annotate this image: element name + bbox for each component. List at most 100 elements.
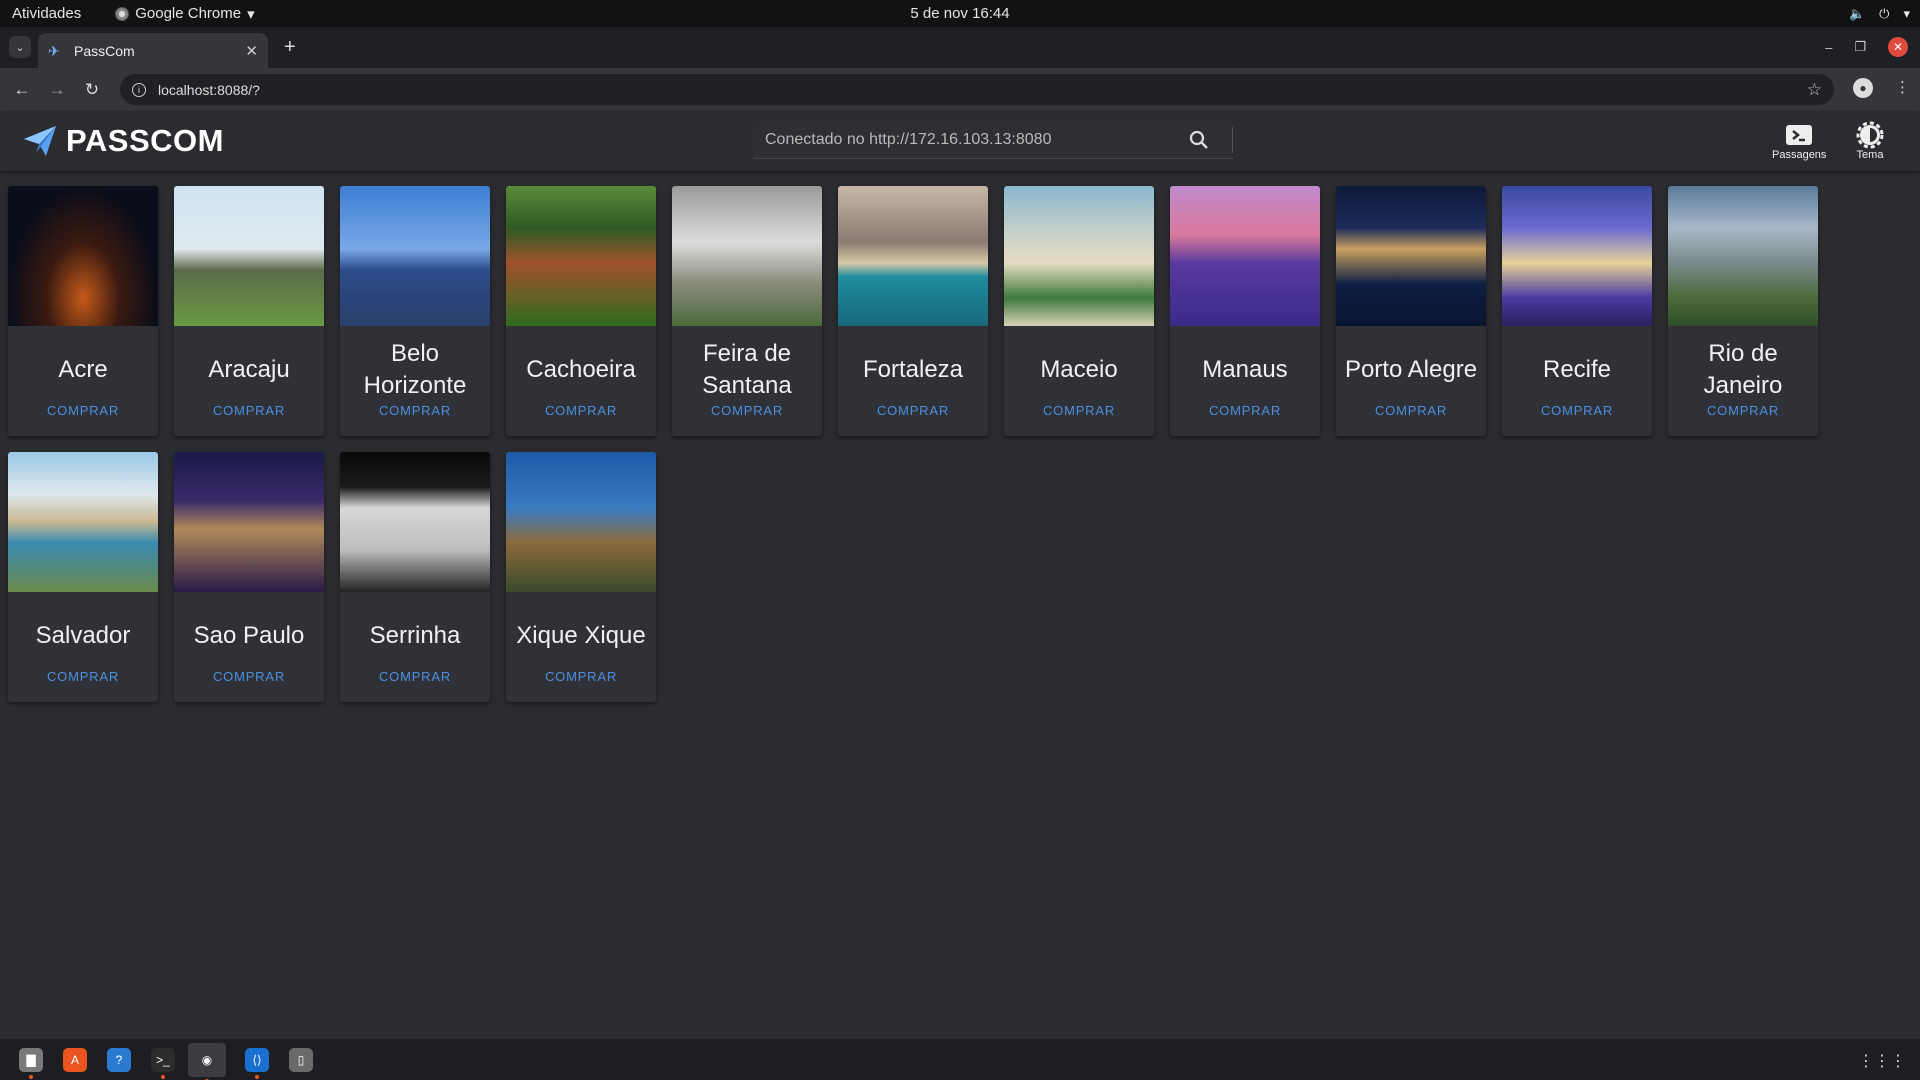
running-indicator (255, 1074, 259, 1079)
app-menu[interactable]: Google Chrome ▾ (115, 5, 255, 23)
city-card[interactable]: Aracaju COMPRAR (174, 186, 324, 436)
chrome-icon (115, 6, 130, 21)
city-photo (340, 452, 490, 592)
server-search-field[interactable]: Conectado no http://172.16.103.13:8080 (753, 121, 1233, 159)
buy-button[interactable]: COMPRAR (174, 669, 324, 684)
running-indicator (29, 1074, 33, 1079)
city-card[interactable]: Manaus COMPRAR (1170, 186, 1320, 436)
profile-icon[interactable]: ● (1853, 78, 1873, 98)
running-indicator (161, 1074, 165, 1079)
city-card[interactable]: Salvador COMPRAR (8, 452, 158, 702)
buy-button[interactable]: COMPRAR (340, 669, 490, 684)
city-photo (506, 452, 656, 592)
search-divider (1232, 127, 1233, 153)
url-text: localhost:8088/? (158, 81, 260, 98)
buy-button[interactable]: COMPRAR (506, 669, 656, 684)
city-name: Rio de Janeiro (1703, 340, 1783, 399)
city-photo (340, 186, 490, 326)
system-tray[interactable]: 🔈 ⏻ ▾ (1849, 0, 1910, 27)
theme-button[interactable]: Tema (1855, 121, 1885, 161)
city-name: Belo Horizonte (363, 340, 467, 399)
new-tab-button[interactable]: + (284, 36, 296, 59)
back-button[interactable]: ← (11, 80, 33, 100)
dock-item-help[interactable]: ? (106, 1047, 132, 1073)
tab-title: PassCom (74, 42, 135, 59)
restore-button[interactable]: ❐ (1854, 39, 1866, 55)
city-card[interactable]: Rio de Janeiro COMPRAR (1668, 186, 1818, 436)
city-name: Recife (1542, 356, 1612, 383)
city-card[interactable]: Feira de Santana COMPRAR (672, 186, 822, 436)
city-name: Manaus (1202, 356, 1288, 383)
city-card[interactable]: Maceio COMPRAR (1004, 186, 1154, 436)
city-photo (506, 186, 656, 326)
chevron-down-icon: ▾ (1903, 5, 1910, 21)
app-menu-label: Google Chrome (135, 5, 242, 22)
site-info-icon[interactable]: i (132, 82, 146, 97)
city-card[interactable]: Fortaleza COMPRAR (838, 186, 988, 436)
buy-button[interactable]: COMPRAR (1004, 403, 1154, 418)
city-card[interactable]: Cachoeira COMPRAR (506, 186, 656, 436)
buy-button[interactable]: COMPRAR (8, 403, 158, 418)
system-clock[interactable]: 5 de nov 16:44 (910, 5, 1009, 22)
browser-tab-strip: ⌄ ✈ PassCom ✕ + – ❐ ✕ (0, 27, 1920, 68)
app-store-icon: A (63, 1047, 87, 1072)
buy-button[interactable]: COMPRAR (8, 669, 158, 684)
buy-button[interactable]: COMPRAR (672, 403, 822, 418)
city-card[interactable]: Acre COMPRAR (8, 186, 158, 436)
chrome-icon: ◉ (195, 1047, 219, 1072)
minimize-button[interactable]: – (1825, 40, 1832, 55)
city-name: Salvador (35, 622, 131, 649)
theme-label: Tema (1856, 149, 1884, 161)
more-menu-icon[interactable]: ⋮ (1895, 78, 1910, 98)
city-card[interactable]: Xique Xique COMPRAR (506, 452, 656, 702)
bookmark-star-icon[interactable]: ☆ (1807, 80, 1822, 100)
browser-tab[interactable]: ✈ PassCom ✕ (38, 33, 268, 68)
city-name: Sao Paulo (193, 622, 305, 649)
city-photo (1502, 186, 1652, 326)
dock-item-terminal[interactable]: >_ (150, 1047, 176, 1079)
city-card[interactable]: Serrinha COMPRAR (340, 452, 490, 702)
search-icon[interactable] (1189, 130, 1209, 150)
dock-item-files[interactable]: ▇ (18, 1047, 44, 1079)
buy-button[interactable]: COMPRAR (1170, 403, 1320, 418)
address-bar[interactable]: i localhost:8088/? ☆ (120, 74, 1834, 105)
buy-button[interactable]: COMPRAR (1336, 403, 1486, 418)
buy-button[interactable]: COMPRAR (838, 403, 988, 418)
dock-item-trash[interactable]: ▯ (288, 1047, 314, 1073)
dock-item-software[interactable]: A (62, 1047, 88, 1073)
tickets-label: Passagens (1772, 149, 1827, 161)
city-name: Xique Xique (516, 622, 646, 649)
city-photo (1668, 186, 1818, 326)
chevron-down-icon: ▾ (247, 5, 255, 23)
folder-icon: ▇ (19, 1047, 43, 1072)
dock-item-chrome[interactable]: ◉ (188, 1042, 226, 1080)
city-photo (174, 452, 324, 592)
city-card[interactable]: Recife COMPRAR (1502, 186, 1652, 436)
tickets-button[interactable]: Passagens (1772, 121, 1826, 161)
dock-item-vscode[interactable]: ⟨⟩ (244, 1047, 270, 1079)
close-window-button[interactable]: ✕ (1888, 37, 1908, 57)
city-photo (8, 186, 158, 326)
buy-button[interactable]: COMPRAR (174, 403, 324, 418)
buy-button[interactable]: COMPRAR (1502, 403, 1652, 418)
city-card[interactable]: Sao Paulo COMPRAR (174, 452, 324, 702)
brand[interactable]: PASSCOM (22, 123, 224, 159)
tab-search-button[interactable]: ⌄ (9, 36, 31, 58)
paper-plane-logo-icon (24, 126, 56, 156)
buy-button[interactable]: COMPRAR (1668, 403, 1818, 418)
city-card[interactable]: Belo Horizonte COMPRAR (340, 186, 490, 436)
forward-button[interactable]: → (46, 80, 68, 100)
reload-button[interactable]: ↻ (81, 80, 103, 100)
city-photo (1004, 186, 1154, 326)
close-tab-icon[interactable]: ✕ (245, 42, 258, 60)
city-card[interactable]: Porto Alegre COMPRAR (1336, 186, 1486, 436)
buy-button[interactable]: COMPRAR (506, 403, 656, 418)
help-icon: ? (107, 1047, 131, 1072)
show-apps-icon[interactable]: ⋮⋮⋮ (1858, 1051, 1906, 1071)
taskbar-dock: ▇ A? >_ ◉ ⟨⟩ ▯ ⋮⋮⋮ (0, 1039, 1920, 1080)
power-icon: ⏻ (1879, 5, 1890, 21)
activities-button[interactable]: Atividades (12, 5, 81, 22)
city-name: Feira de Santana (702, 340, 792, 399)
paper-plane-icon: ✈ (48, 42, 60, 59)
buy-button[interactable]: COMPRAR (340, 403, 490, 418)
